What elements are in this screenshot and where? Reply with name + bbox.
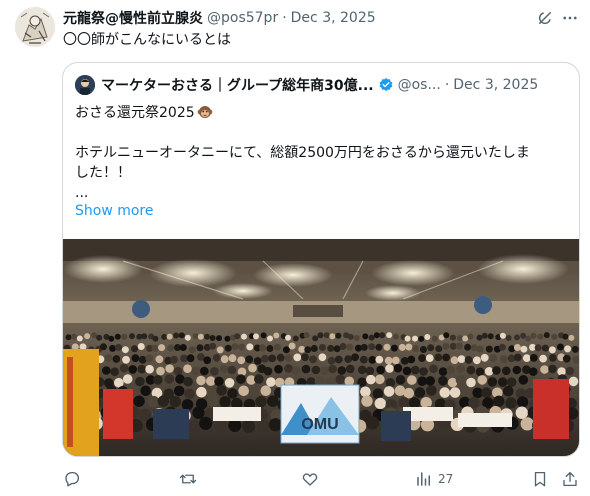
event-group-photo[interactable]: OMU (63, 239, 579, 456)
quoted-text-line2 (75, 123, 571, 143)
bookmark-button[interactable] (531, 469, 549, 489)
reply-button[interactable] (63, 469, 81, 489)
quoted-post-timestamp[interactable]: Dec 3, 2025 (453, 77, 538, 93)
quoted-text-line5: ... (75, 185, 89, 201)
post-text: 〇〇師がこんなにいるとは (63, 32, 231, 48)
bookmark-icon (534, 471, 546, 487)
share-icon (563, 471, 577, 487)
author-avatar[interactable] (15, 7, 55, 47)
post-action-bar: 27 (63, 465, 583, 493)
quoted-author-name[interactable]: マーケターおさる｜グループ総年商30億... (101, 75, 374, 95)
quoted-header-separator: · (444, 77, 450, 93)
quoted-author-handle[interactable]: @os... (398, 77, 441, 93)
grok-icon[interactable] (536, 9, 554, 27)
repost-button[interactable] (179, 469, 197, 489)
verified-badge-icon (379, 78, 393, 92)
quoted-text-line1: おさる還元祭2025 (75, 105, 195, 121)
repost-icon (179, 474, 197, 484)
more-icon[interactable] (561, 9, 579, 27)
like-icon (302, 473, 318, 486)
header-separator: · (282, 10, 287, 26)
quoted-author-avatar[interactable] (75, 75, 95, 95)
show-more-link[interactable]: Show more (75, 203, 154, 219)
quoted-post-card[interactable]: マーケターおさる｜グループ総年商30億... @os... · Dec 3, 2… (62, 62, 580, 457)
reply-icon (65, 471, 80, 487)
author-handle[interactable]: @pos57pr (207, 10, 278, 26)
quoted-text-line: おさる還元祭2025 (75, 103, 571, 123)
post-header: 元龍祭@慢性前立腺炎 @pos57pr · Dec 3, 2025 (63, 8, 376, 28)
views-count: 27 (438, 472, 454, 486)
quoted-text-line4: した！！ (75, 165, 131, 181)
quoted-post-header: マーケターおさる｜グループ総年商30億... @os... · Dec 3, 2… (75, 75, 538, 95)
views-button[interactable]: 27 (415, 469, 453, 489)
banner-omu-text: OMU (301, 416, 338, 433)
like-button[interactable] (301, 469, 319, 489)
views-icon (417, 472, 430, 486)
author-name[interactable]: 元龍祭@慢性前立腺炎 (63, 8, 203, 28)
post-timestamp[interactable]: Dec 3, 2025 (291, 10, 376, 26)
share-button[interactable] (561, 469, 579, 489)
quoted-text-line3: ホテルニューオータニーにて、総額2500万円をおさるから還元いたしま (75, 145, 530, 161)
monkey-emoji-icon (197, 106, 213, 118)
quoted-post-text: おさる還元祭2025 ホテルニューオータニーにて、総額2500万円をおさるから還… (75, 103, 571, 203)
